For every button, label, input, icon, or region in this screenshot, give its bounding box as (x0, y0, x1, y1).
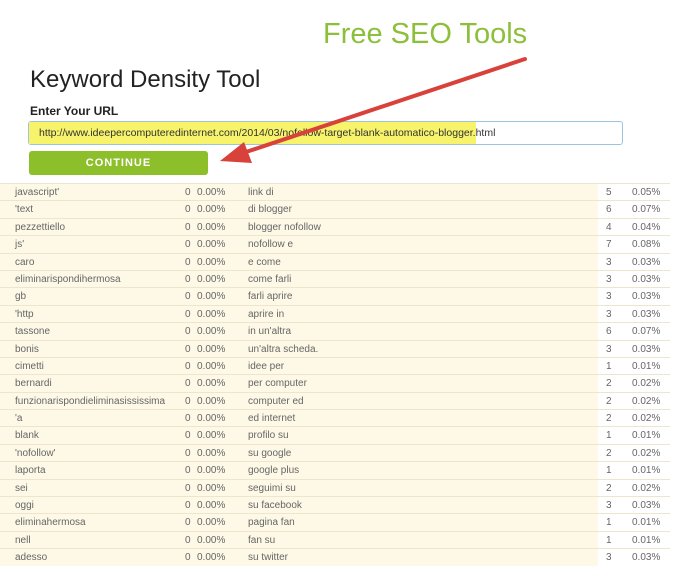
red-arrow-annotation (220, 57, 527, 163)
arrow-shaft (238, 57, 527, 156)
arrow-head (220, 142, 252, 163)
